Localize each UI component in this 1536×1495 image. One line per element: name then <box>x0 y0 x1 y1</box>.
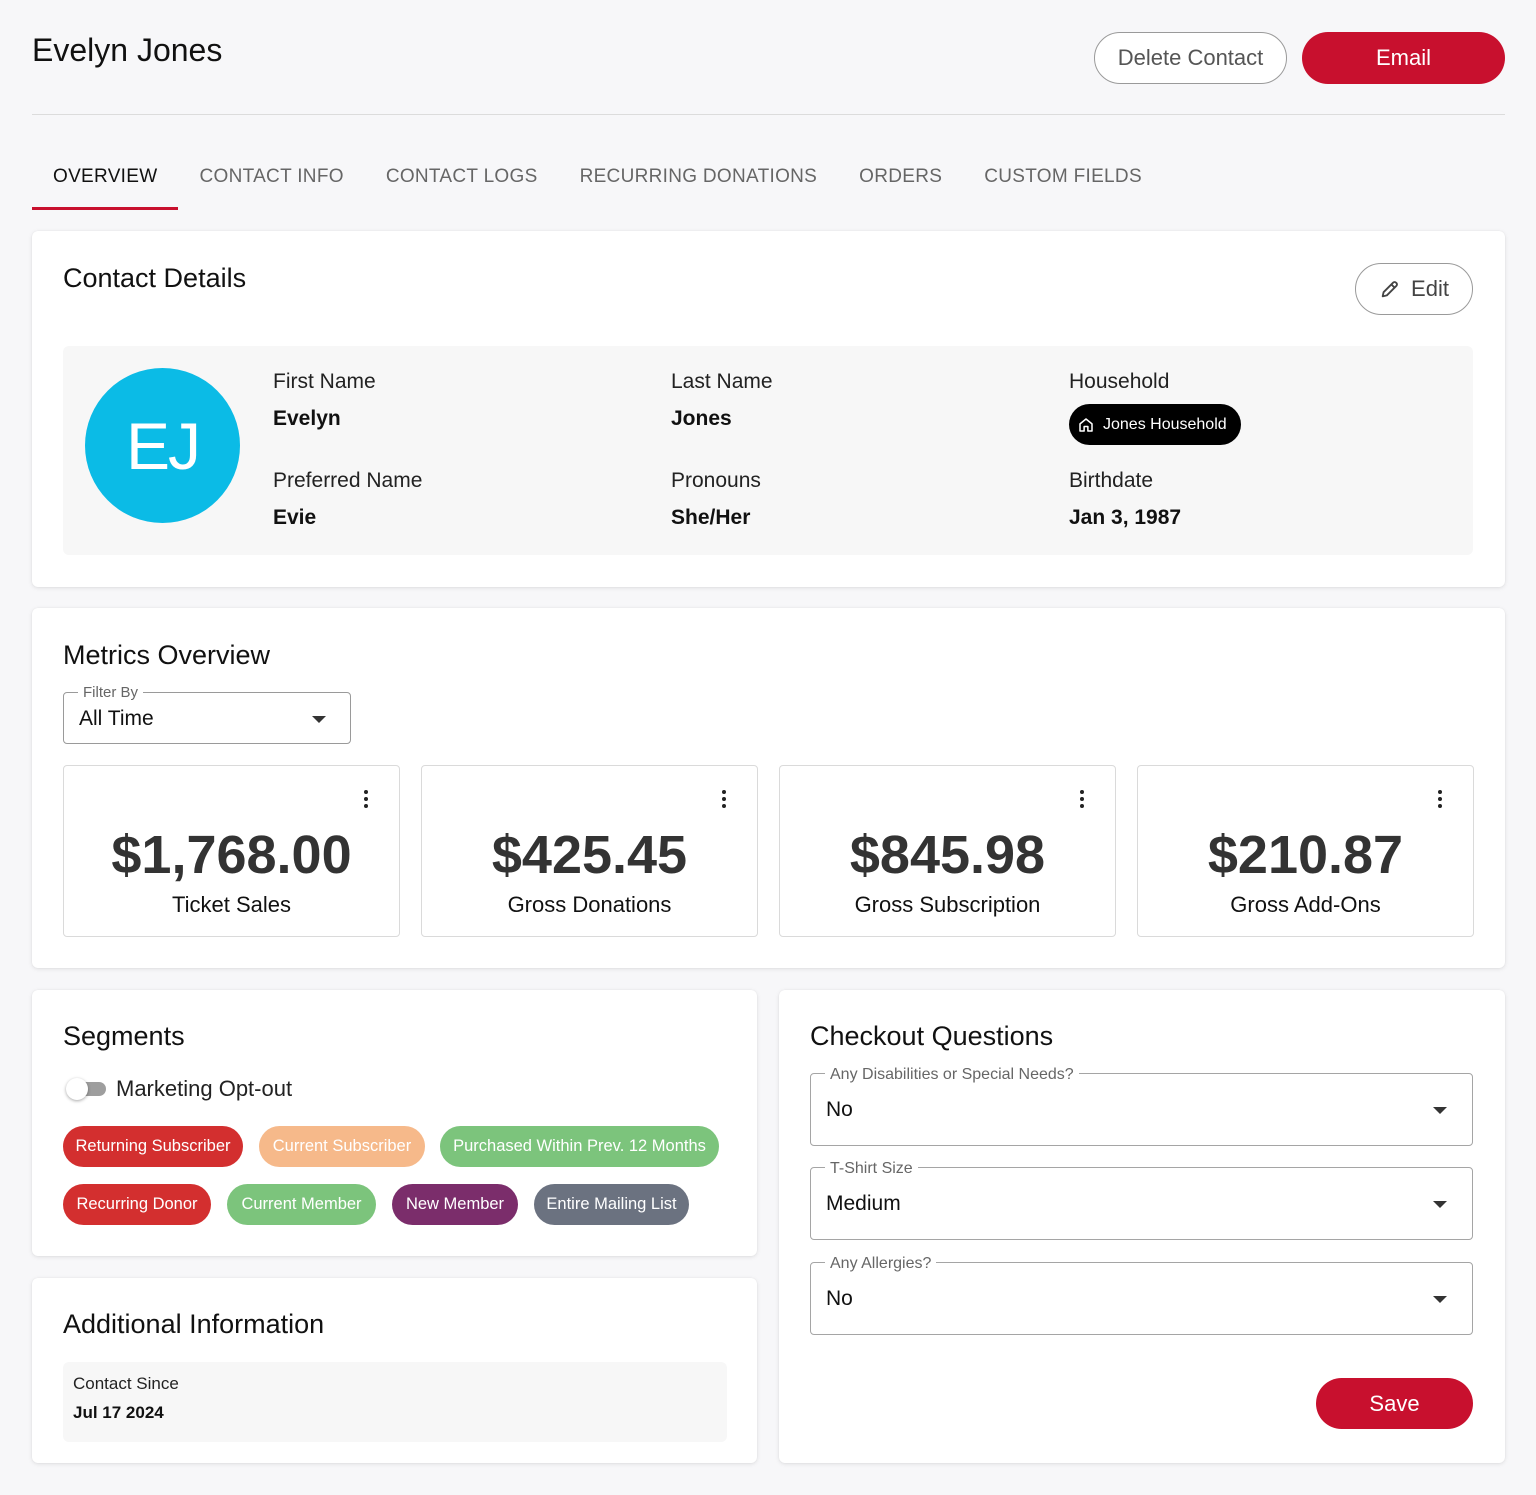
segment-chip[interactable]: Recurring Donor <box>63 1184 211 1225</box>
metric-label: Gross Donations <box>507 892 672 917</box>
dropdown-arrow-icon <box>1433 1201 1447 1208</box>
segment-chip[interactable]: Purchased Within Prev. 12 Months <box>440 1126 719 1167</box>
metrics-title: Metrics Overview <box>63 640 271 670</box>
tab-contact-info[interactable]: CONTACT INFO <box>178 156 364 210</box>
tab-bar: OVERVIEW CONTACT INFO CONTACT LOGS RECUR… <box>32 156 1163 210</box>
more-options-icon[interactable] <box>722 790 726 808</box>
household-label: Household <box>1069 370 1170 393</box>
metric-label: Ticket Sales <box>171 892 291 917</box>
toggle-thumb[interactable] <box>66 1078 88 1100</box>
more-options-icon[interactable] <box>364 790 368 808</box>
dropdown-arrow-icon <box>1433 1296 1447 1303</box>
metric-value: $1,768.00 <box>111 825 352 885</box>
segment-chip[interactable]: New Member <box>392 1184 518 1225</box>
dropdown-arrow-icon <box>1433 1107 1447 1114</box>
avatar: EJ <box>85 368 240 523</box>
metric-label: Gross Add-Ons <box>1230 892 1381 917</box>
segments-title: Segments <box>63 1021 185 1051</box>
email-button[interactable]: Email <box>1302 32 1505 84</box>
pronouns-label: Pronouns <box>671 469 761 492</box>
allergies-label: Any Allergies? <box>825 1255 937 1273</box>
metric-gross-donations: $425.45 Gross Donations <box>421 765 758 937</box>
household-value: Jones Household <box>1103 415 1227 433</box>
tab-orders[interactable]: ORDERS <box>838 156 963 210</box>
disabilities-value: No <box>826 1098 853 1121</box>
tab-recurring-donations[interactable]: RECURRING DONATIONS <box>559 156 839 210</box>
filter-by-label: Filter By <box>78 684 144 701</box>
first-name-value: Evelyn <box>273 407 341 430</box>
tab-custom-fields[interactable]: CUSTOM FIELDS <box>963 156 1163 210</box>
preferred-name-label: Preferred Name <box>273 469 423 492</box>
tshirt-size-value: Medium <box>826 1192 901 1215</box>
filter-by-value: All Time <box>79 707 154 730</box>
contact-since-value: Jul 17 2024 <box>73 1403 164 1422</box>
last-name-value: Jones <box>671 407 732 430</box>
tab-contact-logs[interactable]: CONTACT LOGS <box>365 156 559 210</box>
edit-button[interactable]: Edit <box>1355 263 1473 315</box>
metric-value: $425.45 <box>491 825 688 885</box>
disabilities-label: Any Disabilities or Special Needs? <box>825 1066 1079 1084</box>
pencil-icon <box>1381 281 1398 298</box>
contact-details-title: Contact Details <box>63 263 247 293</box>
header-divider <box>32 114 1505 115</box>
metric-ticket-sales: $1,768.00 Ticket Sales <box>63 765 400 937</box>
edit-label: Edit <box>1411 276 1449 301</box>
first-name-label: First Name <box>273 370 376 393</box>
allergies-value: No <box>826 1287 853 1310</box>
segment-chip[interactable]: Current Subscriber <box>259 1126 425 1167</box>
last-name-label: Last Name <box>671 370 773 393</box>
delete-contact-button[interactable]: Delete Contact <box>1094 32 1287 84</box>
segment-chip[interactable]: Returning Subscriber <box>63 1126 243 1167</box>
metric-label: Gross Subscription <box>854 892 1041 917</box>
metric-gross-subscription: $845.98 Gross Subscription <box>779 765 1116 937</box>
dropdown-arrow-icon <box>312 716 326 723</box>
checkout-questions-title: Checkout Questions <box>810 1021 1054 1051</box>
metric-gross-add-ons: $210.87 Gross Add-Ons <box>1137 765 1474 937</box>
additional-information-title: Additional Information <box>63 1309 325 1339</box>
preferred-name-value: Evie <box>273 506 317 529</box>
segment-chip[interactable]: Entire Mailing List <box>534 1184 689 1225</box>
home-icon <box>1079 417 1093 432</box>
more-options-icon[interactable] <box>1080 790 1084 808</box>
pronouns-value: She/Her <box>671 506 751 529</box>
household-pill[interactable]: Jones Household <box>1069 404 1241 445</box>
marketing-opt-out-label: Marketing Opt-out <box>116 1076 293 1101</box>
tshirt-size-label: T-Shirt Size <box>825 1160 918 1178</box>
birthdate-label: Birthdate <box>1069 469 1154 492</box>
segment-chip[interactable]: Current Member <box>227 1184 376 1225</box>
tab-overview[interactable]: OVERVIEW <box>32 156 179 210</box>
metric-value: $210.87 <box>1207 825 1404 885</box>
page-title: Evelyn Jones <box>32 32 223 68</box>
more-options-icon[interactable] <box>1438 790 1442 808</box>
save-button[interactable]: Save <box>1316 1378 1473 1429</box>
birthdate-value: Jan 3, 1987 <box>1069 506 1182 529</box>
metric-value: $845.98 <box>849 825 1046 885</box>
contact-since-label: Contact Since <box>73 1374 179 1393</box>
